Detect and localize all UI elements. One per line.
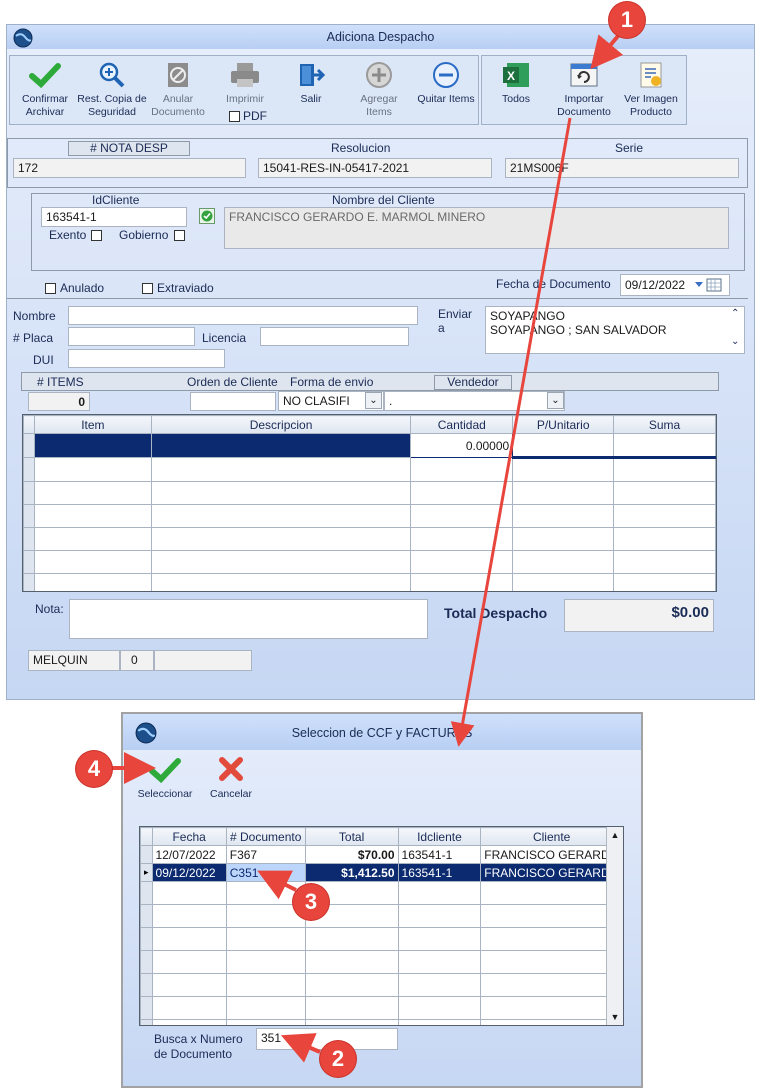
callout-2: 2 <box>320 1041 356 1077</box>
annotation-arrows <box>112 34 624 1063</box>
arrow-1-to-import <box>590 34 624 70</box>
arrow-3-to-row <box>257 870 297 900</box>
arrow-import-to-dialog <box>450 117 572 747</box>
callout-3: 3 <box>293 884 329 920</box>
callout-4: 4 <box>76 751 112 787</box>
arrow-2-to-search <box>280 1033 321 1063</box>
callout-1: 1 <box>609 2 645 38</box>
